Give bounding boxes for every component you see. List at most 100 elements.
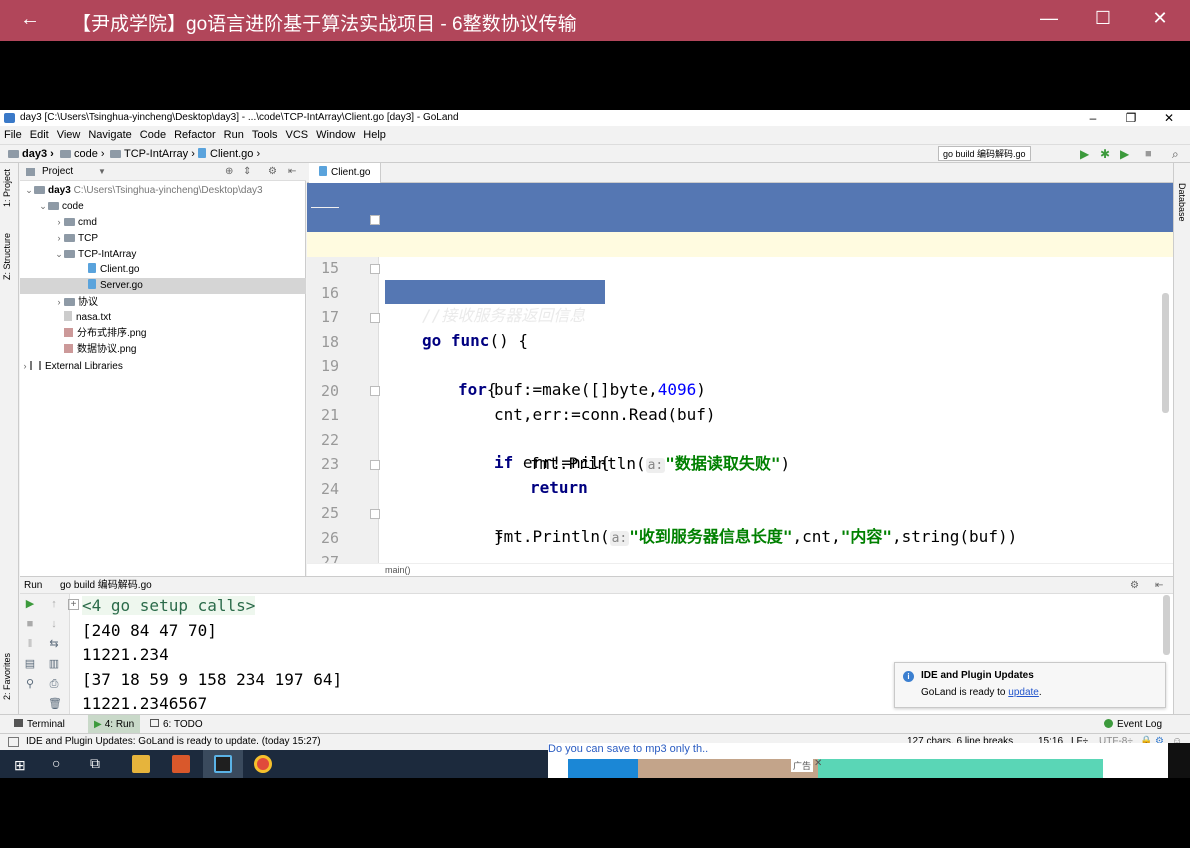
fold-marker-icon[interactable]	[370, 508, 380, 519]
tree-item-external-libraries[interactable]: › External Libraries	[20, 358, 306, 374]
debug-icon[interactable]: ✱	[1100, 145, 1110, 163]
chevron-down-icon[interactable]: ⌄	[38, 198, 48, 214]
chrome-icon[interactable]	[254, 755, 272, 773]
tool-tab-terminal[interactable]: Terminal	[14, 715, 65, 734]
breadcrumb-day3[interactable]: day3 ›	[8, 145, 54, 163]
ide-restore-icon[interactable]: ❐	[1122, 110, 1140, 126]
app-icon[interactable]	[172, 755, 190, 773]
menu-vcs[interactable]: VCS	[282, 127, 313, 144]
run-config-selector[interactable]: go build 编码解码.go	[938, 146, 1031, 161]
fold-marker-icon[interactable]	[370, 386, 380, 396]
editor-scrollbar[interactable]	[1162, 293, 1169, 413]
menu-navigate[interactable]: Navigate	[84, 127, 135, 144]
update-link[interactable]: update	[1008, 687, 1039, 698]
tree-item-tcp[interactable]: › TCP	[20, 230, 306, 246]
ide-minimize-icon[interactable]: –	[1084, 110, 1102, 126]
hide-panel-icon[interactable]: ⇤	[288, 163, 296, 181]
stop-icon[interactable]: ■	[24, 618, 36, 630]
maximize-icon[interactable]: ☐	[1088, 8, 1118, 29]
code-editor[interactable]: 13 return 14 } 15 //接收服务器返回信息 16 go func…	[307, 183, 1173, 563]
status-toggle-icon[interactable]	[8, 737, 19, 747]
menu-view[interactable]: View	[53, 127, 85, 144]
event-log-tab[interactable]: Event Log	[1104, 715, 1162, 734]
dump-icon[interactable]: ▤	[24, 658, 36, 670]
chevron-right-icon[interactable]: ›	[54, 294, 64, 310]
menu-run[interactable]: Run	[220, 127, 248, 144]
run-icon[interactable]: ▶	[1080, 145, 1089, 163]
menu-edit[interactable]: Edit	[26, 127, 53, 144]
windows-start-icon[interactable]: ⊞	[14, 757, 26, 774]
goland-taskbar-icon[interactable]	[214, 755, 232, 773]
scroll-end-icon[interactable]: ▥	[48, 658, 60, 670]
gear-icon[interactable]: ⚙	[1130, 577, 1139, 594]
tree-item-day3[interactable]: ⌄ day3 C:\Users\Tsinghua-yincheng\Desktop…	[20, 182, 306, 198]
ad-close-icon[interactable]: ✕	[814, 758, 822, 769]
search-icon[interactable]: ⌕	[1172, 145, 1179, 163]
tree-item-tcp-intarray[interactable]: ⌄ TCP-IntArray	[20, 246, 306, 262]
menu-window[interactable]: Window	[312, 127, 359, 144]
menu-help[interactable]: Help	[359, 127, 390, 144]
tree-item-nasa-txt[interactable]: nasa.txt	[20, 310, 306, 326]
fold-marker-icon[interactable]	[370, 312, 380, 323]
chevron-right-icon[interactable]: ›	[54, 214, 64, 230]
tree-item-server-go[interactable]: Server.go	[20, 278, 306, 294]
tool-tab-run[interactable]: ▶ 4: Run	[88, 715, 141, 734]
tree-item-client-go[interactable]: Client.go	[20, 262, 306, 278]
tool-tab-todo[interactable]: 6: TODO	[150, 715, 203, 734]
stop-icon[interactable]: ■	[1145, 145, 1152, 163]
pause-icon[interactable]: ‖	[24, 638, 36, 650]
menu-tools[interactable]: Tools	[248, 127, 282, 144]
chevron-right-icon[interactable]: ›	[20, 358, 30, 374]
fold-marker-icon[interactable]	[370, 459, 380, 470]
project-view-selector[interactable]: Project	[42, 163, 73, 181]
editor-breadcrumb[interactable]: main()	[307, 563, 1173, 576]
expand-icon[interactable]: +	[68, 599, 79, 610]
breadcrumb-code[interactable]: code ›	[60, 145, 105, 163]
editor-tab-client-go[interactable]: Client.go	[309, 163, 382, 183]
chevron-down-icon[interactable]: ⌄	[24, 182, 34, 198]
breadcrumb-client-go[interactable]: Client.go ›	[198, 145, 260, 163]
collapse-icon[interactable]: ⇕	[243, 163, 251, 181]
trash-icon[interactable]: 🗑	[48, 698, 62, 710]
target-icon[interactable]: ⊕	[225, 163, 233, 181]
close-icon[interactable]: ✕	[1145, 8, 1175, 29]
chevron-right-icon[interactable]: ›	[54, 230, 64, 246]
tree-item-protocol[interactable]: › 协议	[20, 294, 306, 310]
wrap-icon[interactable]: ⇆	[48, 638, 60, 650]
gear-icon[interactable]: ⚙	[268, 163, 277, 181]
tool-tab-database[interactable]: Database	[1177, 183, 1187, 222]
back-arrow-icon[interactable]: ←	[20, 8, 40, 31]
tree-item-sort-png[interactable]: 分布式排序.png	[20, 326, 306, 342]
menu-refactor[interactable]: Refactor	[170, 127, 220, 144]
ad-text[interactable]: Do you can save to mp3 only th..	[548, 743, 708, 755]
rerun-icon[interactable]: ▶	[24, 598, 36, 610]
run-config-name[interactable]: go build 编码解码.go	[60, 577, 152, 594]
breadcrumb-tcp-intarray[interactable]: TCP-IntArray ›	[110, 145, 195, 163]
fold-marker-icon[interactable]	[370, 214, 380, 225]
menu-file[interactable]: File	[0, 127, 26, 144]
file-explorer-icon[interactable]	[132, 755, 150, 773]
ad-banner[interactable]: Do you can save to mp3 only th.. 广告 ✕	[548, 743, 1168, 778]
tree-item-cmd[interactable]: › cmd	[20, 214, 306, 230]
run-scrollbar[interactable]	[1163, 595, 1170, 655]
pin-icon[interactable]: ⚲	[24, 678, 36, 690]
tool-tab-structure[interactable]: Z: Structure	[2, 233, 12, 280]
tool-tab-project[interactable]: 1: Project	[2, 169, 12, 207]
task-view-icon[interactable]: ⧉	[90, 755, 100, 772]
tool-tab-favorites[interactable]: 2: Favorites	[2, 653, 12, 700]
menu-code[interactable]: Code	[136, 127, 170, 144]
ide-close-icon[interactable]: ✕	[1160, 110, 1178, 126]
coverage-icon[interactable]: ▶	[1120, 145, 1129, 163]
output-line[interactable]: <4 go setup calls>	[82, 596, 256, 615]
print-icon[interactable]: ⎙	[48, 678, 60, 690]
fold-marker-icon[interactable]	[370, 263, 380, 274]
update-notification[interactable]: i IDE and Plugin Updates GoLand is ready…	[894, 662, 1166, 708]
arrow-down-icon[interactable]: ↓	[48, 618, 60, 630]
tree-item-code[interactable]: ⌄ code	[20, 198, 306, 214]
minimize-icon[interactable]: —	[1034, 8, 1064, 29]
chevron-down-icon[interactable]: ⌄	[54, 246, 64, 262]
arrow-up-icon[interactable]: ↑	[48, 598, 60, 610]
tree-item-protocol-png[interactable]: 数据协议.png	[20, 342, 306, 358]
hide-panel-icon[interactable]: ⇤	[1155, 577, 1163, 594]
chevron-down-icon[interactable]: ▼	[98, 163, 106, 181]
